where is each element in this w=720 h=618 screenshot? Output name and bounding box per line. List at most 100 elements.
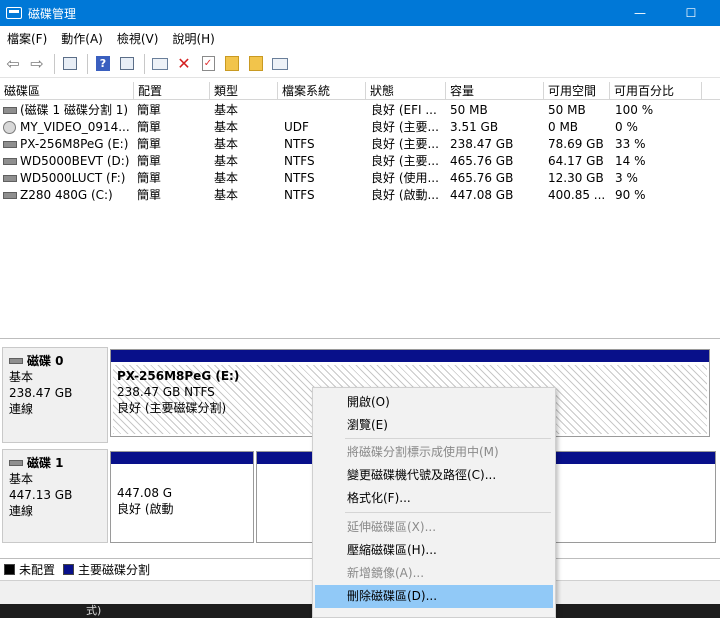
column-header-capacity[interactable]: 容量	[446, 82, 544, 100]
help-button[interactable]: ?	[92, 53, 114, 75]
disk-1-type: 基本	[9, 472, 34, 486]
menu-extend-volume: 延伸磁碟區(X)...	[347, 520, 437, 534]
legend-swatch	[63, 564, 75, 575]
menu-shrink-volume[interactable]: 壓縮磁碟區(H)...	[315, 539, 553, 562]
volume-layout: 簡單	[137, 137, 162, 151]
column-header-layout[interactable]: 配置	[134, 82, 210, 100]
volume-name: WD5000LUCT (F:)	[20, 171, 126, 185]
volume-row[interactable]: WD5000LUCT (F:) 簡單 基本 NTFS 良好 (使用... 465…	[0, 170, 720, 187]
console-tree-button[interactable]	[59, 53, 81, 75]
back-arrow-icon: ⇦	[6, 53, 20, 73]
properties-button[interactable]	[116, 53, 138, 75]
menu-change-drive-letter[interactable]: 變更磁碟機代號及路徑(C)...	[315, 464, 553, 487]
volume-name: Z280 480G (C:)	[20, 188, 113, 202]
volume-layout: 簡單	[137, 171, 162, 185]
disk-1-size: 447.13 GB	[9, 488, 73, 502]
volume-type: 基本	[214, 188, 239, 202]
drive-icon	[3, 107, 17, 114]
disk-icon	[9, 460, 23, 466]
volume-percent-free: 33 %	[615, 137, 646, 151]
properties-icon	[120, 57, 134, 70]
disk-1-label[interactable]: 磁碟 1 基本 447.13 GB 連線	[2, 449, 108, 543]
context-menu: 開啟(O) 瀏覽(E) 將磁碟分割標示成使用中(M) 變更磁碟機代號及路徑(C)…	[312, 387, 556, 618]
disk-0-state: 連線	[9, 402, 34, 416]
connect-drive-button[interactable]	[149, 53, 171, 75]
volume-row[interactable]: Z280 480G (C:) 簡單 基本 NTFS 良好 (啟動... 447.…	[0, 187, 720, 204]
menu-help[interactable]: 說明(H)	[165, 30, 221, 47]
menu-format[interactable]: 格式化(F)...	[315, 487, 553, 510]
volume-capacity: 50 MB	[450, 103, 488, 117]
volume-row[interactable]: (磁碟 1 磁碟分割 1) 簡單 基本 良好 (EFI ... 50 MB 50…	[0, 102, 720, 119]
toolbar-separator	[54, 53, 55, 74]
volume-row[interactable]: MY_VIDEO_0914... 簡單 基本 UDF 良好 (主要... 3.5…	[0, 119, 720, 136]
volume-status: 良好 (主要...	[371, 120, 439, 134]
title-bar: 磁碟管理 — ☐	[0, 0, 720, 26]
forward-arrow-icon: ⇨	[30, 53, 44, 73]
menu-delete-volume[interactable]: 刪除磁碟區(D)...	[315, 585, 553, 608]
toolbar-separator	[144, 53, 145, 74]
volume-row[interactable]: WD5000BEVT (D:) 簡單 基本 NTFS 良好 (主要... 465…	[0, 153, 720, 170]
menu-separator	[345, 438, 551, 439]
forward-button[interactable]: ⇨	[26, 53, 48, 75]
menu-open[interactable]: 開啟(O)	[315, 391, 553, 414]
volume-row[interactable]: PX-256M8PeG (E:) 簡單 基本 NTFS 良好 (主要... 23…	[0, 136, 720, 153]
volume-capacity: 3.51 GB	[450, 120, 499, 134]
drive-icon	[3, 192, 17, 199]
toolbar: ⇦ ⇨ ? ✕ ✓	[0, 50, 720, 78]
disk-0-size: 238.47 GB	[9, 386, 73, 400]
partition-name: PX-256M8PeG (E:)	[117, 369, 240, 383]
volume-filesystem: NTFS	[284, 171, 315, 185]
volume-name: WD5000BEVT (D:)	[20, 154, 130, 168]
list-view-button[interactable]	[269, 53, 291, 75]
menu-explore[interactable]: 瀏覽(E)	[315, 414, 553, 437]
column-header-percent-free[interactable]: 可用百分比	[610, 82, 702, 100]
volume-capacity: 465.76 GB	[450, 154, 514, 168]
console-tree-icon	[63, 57, 77, 70]
back-button[interactable]: ⇦	[2, 53, 24, 75]
menu-bar: 檔案(F) 動作(A) 檢視(V) 說明(H)	[0, 26, 720, 50]
primary-partition-bar	[111, 350, 709, 362]
disk-management-icon	[6, 7, 22, 19]
volume-type: 基本	[214, 120, 239, 134]
column-header-status[interactable]: 狀態	[366, 82, 446, 100]
disk-0-label[interactable]: 磁碟 0 基本 238.47 GB 連線	[2, 347, 108, 443]
partition-efi[interactable]: 447.08 G 良好 (啟動	[110, 451, 254, 543]
volume-type: 基本	[214, 137, 239, 151]
volume-layout: 簡單	[137, 103, 162, 117]
volume-free-space: 50 MB	[548, 103, 586, 117]
volume-name: PX-256M8PeG (E:)	[20, 137, 129, 151]
help-icon: ?	[96, 56, 110, 71]
menu-mark-active: 將磁碟分割標示成使用中(M)	[347, 445, 499, 459]
volume-name: MY_VIDEO_0914...	[20, 120, 130, 134]
volume-status: 良好 (主要...	[371, 137, 439, 151]
folder-up-button[interactable]	[221, 53, 243, 75]
volume-type: 基本	[214, 171, 239, 185]
column-header-filesystem[interactable]: 檔案系統	[278, 82, 366, 100]
menu-view[interactable]: 檢視(V)	[110, 30, 166, 47]
column-header-free-space[interactable]: 可用空間	[544, 82, 610, 100]
disk-1-title: 磁碟 1	[9, 455, 107, 471]
volume-filesystem: UDF	[284, 120, 309, 134]
volume-percent-free: 0 %	[615, 120, 638, 134]
minimize-button[interactable]: —	[617, 0, 663, 26]
delete-icon: ✕	[177, 53, 191, 73]
column-header-volume[interactable]: 磁碟區	[0, 82, 134, 100]
check-button[interactable]: ✓	[197, 53, 219, 75]
legend-swatch	[4, 564, 15, 575]
maximize-button[interactable]: ☐	[668, 0, 714, 26]
column-header-type[interactable]: 類型	[210, 82, 278, 100]
volume-type: 基本	[214, 154, 239, 168]
folder-search-icon	[249, 56, 263, 71]
connect-drive-icon	[152, 57, 168, 70]
delete-button[interactable]: ✕	[173, 53, 195, 75]
menu-action[interactable]: 動作(A)	[54, 30, 110, 47]
partition-detail: 447.08 G	[117, 486, 173, 500]
volume-filesystem: NTFS	[284, 188, 315, 202]
disk-1-state: 連線	[9, 504, 34, 518]
toolbar-separator	[87, 53, 88, 74]
folder-search-button[interactable]	[245, 53, 267, 75]
volume-layout: 簡單	[137, 154, 162, 168]
volume-layout: 簡單	[137, 120, 162, 134]
menu-file[interactable]: 檔案(F)	[0, 30, 54, 47]
folder-up-icon	[225, 56, 239, 71]
